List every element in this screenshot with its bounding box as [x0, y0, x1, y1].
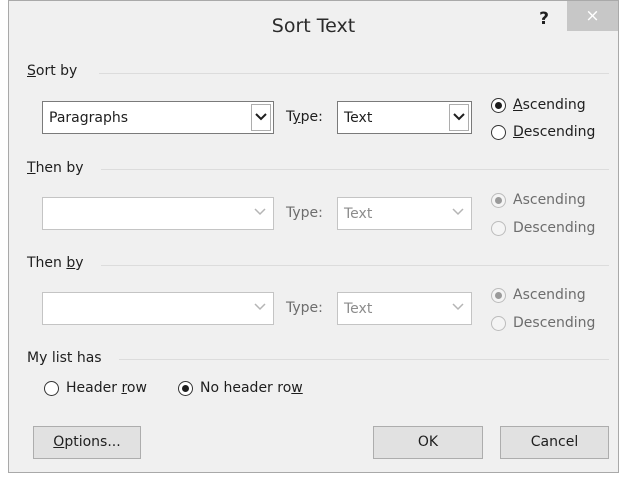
my-list-has-label: My list has [27, 350, 102, 366]
then-by-1-descending-label: Descending [513, 220, 596, 236]
sort-by-type-dropdown[interactable] [449, 104, 469, 131]
then-by-1-type-combo[interactable]: Text [337, 197, 472, 230]
then-by-2-divider [101, 265, 609, 266]
then-by-2-field-combo[interactable] [42, 292, 274, 325]
radio-selected-icon [491, 98, 506, 113]
help-button[interactable]: ? [532, 7, 556, 31]
chevron-down-icon [453, 113, 465, 121]
cancel-button[interactable]: Cancel [500, 426, 609, 459]
radio-unselected-icon [44, 381, 59, 396]
radio-unselected-icon [491, 316, 506, 331]
radio-selected-icon [491, 288, 506, 303]
then-by-1-type-label: Type: [286, 205, 323, 221]
radio-unselected-icon [491, 221, 506, 236]
close-button[interactable]: × [567, 1, 618, 31]
options-button[interactable]: Options... [33, 426, 141, 459]
radio-selected-icon [491, 193, 506, 208]
then-by-2-descending-label: Descending [513, 315, 596, 331]
sort-by-field-value: Paragraphs [49, 110, 129, 126]
chevron-down-icon [255, 113, 267, 121]
sort-text-dialog: Sort Text ? × Sort by Paragraphs Type: T… [8, 0, 619, 473]
then-by-2-type-value: Text [344, 301, 373, 317]
then-by-2-field-dropdown[interactable] [251, 295, 271, 322]
chevron-down-icon [452, 303, 464, 311]
sort-by-field-dropdown[interactable] [251, 104, 271, 131]
dialog-title: Sort Text [271, 15, 356, 37]
then-by-1-field-combo[interactable] [42, 197, 274, 230]
chevron-down-icon [254, 303, 266, 311]
sort-by-type-value: Text [344, 110, 373, 126]
then-by-1-label: Then by [27, 160, 84, 176]
then-by-2-ascending-label: Ascending [513, 287, 586, 303]
sort-by-descending-label: Descending [513, 124, 596, 140]
then-by-1-type-value: Text [344, 206, 373, 222]
then-by-2-type-combo[interactable]: Text [337, 292, 472, 325]
sort-by-ascending-label: Ascending [513, 97, 586, 113]
sort-by-divider [99, 73, 609, 74]
sort-by-field-combo[interactable]: Paragraphs [42, 101, 274, 134]
sort-by-type-combo[interactable]: Text [337, 101, 472, 134]
radio-selected-icon [178, 381, 193, 396]
chevron-down-icon [452, 208, 464, 216]
radio-unselected-icon [491, 125, 506, 140]
then-by-1-ascending-label: Ascending [513, 192, 586, 208]
then-by-2-type-label: Type: [286, 300, 323, 316]
header-row-label: Header row [66, 380, 147, 396]
sort-by-type-label: Type: [286, 109, 323, 125]
chevron-down-icon [254, 208, 266, 216]
no-header-row-label: No header row [200, 380, 303, 396]
then-by-1-divider [101, 169, 609, 170]
sort-by-label: Sort by [27, 63, 78, 79]
then-by-1-type-dropdown[interactable] [449, 200, 469, 227]
then-by-2-label: Then by [27, 255, 84, 271]
then-by-1-field-dropdown[interactable] [251, 200, 271, 227]
ok-button[interactable]: OK [373, 426, 483, 459]
then-by-2-type-dropdown[interactable] [449, 295, 469, 322]
my-list-has-divider [119, 359, 609, 360]
title-bar: Sort Text ? × [9, 1, 618, 57]
